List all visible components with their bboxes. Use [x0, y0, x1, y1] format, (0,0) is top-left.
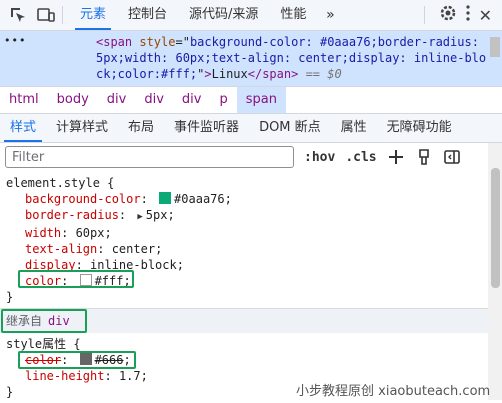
breadcrumb-body[interactable]: body — [48, 87, 98, 113]
more-tabs-icon[interactable]: » — [317, 0, 343, 30]
tab-styles[interactable]: 样式 — [0, 114, 46, 142]
source-scrollbar[interactable] — [490, 37, 500, 57]
expand-dots-icon[interactable]: ••• — [4, 34, 26, 47]
property-value[interactable]: #0aaa76 — [174, 192, 225, 206]
breadcrumb-div[interactable]: div — [135, 87, 173, 113]
styles-subtabs: 样式 计算样式 布局 事件监听器 DOM 断点 属性 无障碍功能 — [0, 114, 502, 143]
tab-layout[interactable]: 布局 — [118, 114, 164, 142]
highlight-box — [18, 270, 134, 288]
property-name[interactable]: background-color — [25, 192, 141, 206]
selected-element-source[interactable]: ••• <span style="background-color: #0aaa… — [0, 31, 502, 86]
color-swatch-icon[interactable] — [159, 192, 172, 204]
console-ref: == $0 — [305, 67, 342, 81]
devtools-top-bar: 元素 控制台 源代码/来源 性能 » ✕ — [0, 0, 502, 31]
style-declaration[interactable]: text-align: center; — [6, 241, 488, 257]
close-icon[interactable]: ✕ — [479, 6, 492, 25]
expand-triangle-icon[interactable]: ▶ — [137, 209, 142, 225]
styles-pane: element.style { background-color: #0aaa7… — [0, 172, 488, 403]
property-name[interactable]: border-radius — [25, 208, 119, 222]
filter-input[interactable] — [5, 146, 294, 168]
more-options-icon[interactable] — [465, 4, 471, 26]
inspect-element-icon[interactable] — [8, 5, 28, 25]
device-toolbar-icon[interactable] — [36, 5, 56, 25]
cls-toggle[interactable]: .cls — [345, 150, 376, 165]
toolbar-divider — [423, 6, 425, 24]
tab-event-listeners[interactable]: 事件监听器 — [164, 114, 249, 142]
tab-dom-breakpoints[interactable]: DOM 断点 — [249, 114, 331, 142]
inherited-from-header: 继承自 div — [0, 309, 488, 333]
scrollbar-thumb[interactable] — [491, 168, 500, 288]
breadcrumb: html body div div div p span — [0, 86, 502, 114]
property-name[interactable]: width — [25, 226, 61, 240]
style-attr-selector: style属性 { — [6, 337, 81, 351]
element-style-selector: element.style { — [6, 176, 115, 190]
breadcrumb-div[interactable]: div — [173, 87, 211, 113]
tab-computed[interactable]: 计算样式 — [46, 114, 118, 142]
style-attr-name: style — [139, 35, 176, 49]
breadcrumb-span[interactable]: span — [236, 87, 286, 113]
style-declaration[interactable]: width: 60px; — [6, 225, 488, 241]
source-code: <span style="background-color: #0aaa76;b… — [96, 35, 487, 81]
close-tag: </span> — [247, 67, 299, 81]
property-value[interactable]: 60px — [76, 226, 105, 240]
style-declaration[interactable]: border-radius: ▶ 5px; — [6, 207, 488, 225]
tab-properties[interactable]: 属性 — [331, 114, 377, 142]
property-value[interactable]: 1.7 — [119, 369, 141, 383]
property-value[interactable]: center — [112, 242, 155, 256]
tab-performance[interactable]: 性能 — [269, 0, 317, 30]
tab-sources[interactable]: 源代码/来源 — [178, 0, 269, 30]
hov-toggle[interactable]: :hov — [304, 150, 335, 165]
new-style-rule-icon[interactable] — [387, 148, 405, 166]
rendering-emulation-icon[interactable] — [415, 148, 433, 166]
highlight-box — [1, 309, 87, 333]
property-value[interactable]: 5px — [146, 208, 168, 222]
rule-close-brace: } — [6, 290, 14, 304]
filter-row: :hov .cls — [0, 143, 488, 171]
element-style-rule: element.style { background-color: #0aaa7… — [0, 172, 488, 308]
style-declaration[interactable]: background-color: #0aaa76; — [6, 191, 488, 207]
toggle-sidebar-icon[interactable] — [443, 148, 461, 166]
property-name[interactable]: line-height — [25, 369, 104, 383]
open-tag: <span — [96, 35, 133, 49]
styles-scrollbar[interactable] — [488, 143, 502, 400]
element-text: Linux — [211, 67, 248, 81]
settings-gear-icon[interactable] — [439, 4, 457, 26]
breadcrumb-html[interactable]: html — [0, 87, 48, 113]
breadcrumb-p[interactable]: p — [210, 87, 236, 113]
watermark: 小步教程原创 xiaobuteach.com — [296, 384, 491, 399]
tab-elements[interactable]: 元素 — [69, 0, 117, 30]
breadcrumb-div[interactable]: div — [98, 87, 136, 113]
toolbar-divider — [62, 6, 63, 24]
highlight-box — [18, 351, 136, 369]
tab-accessibility[interactable]: 无障碍功能 — [377, 114, 462, 142]
tab-console[interactable]: 控制台 — [117, 0, 178, 30]
property-name[interactable]: text-align — [25, 242, 97, 256]
